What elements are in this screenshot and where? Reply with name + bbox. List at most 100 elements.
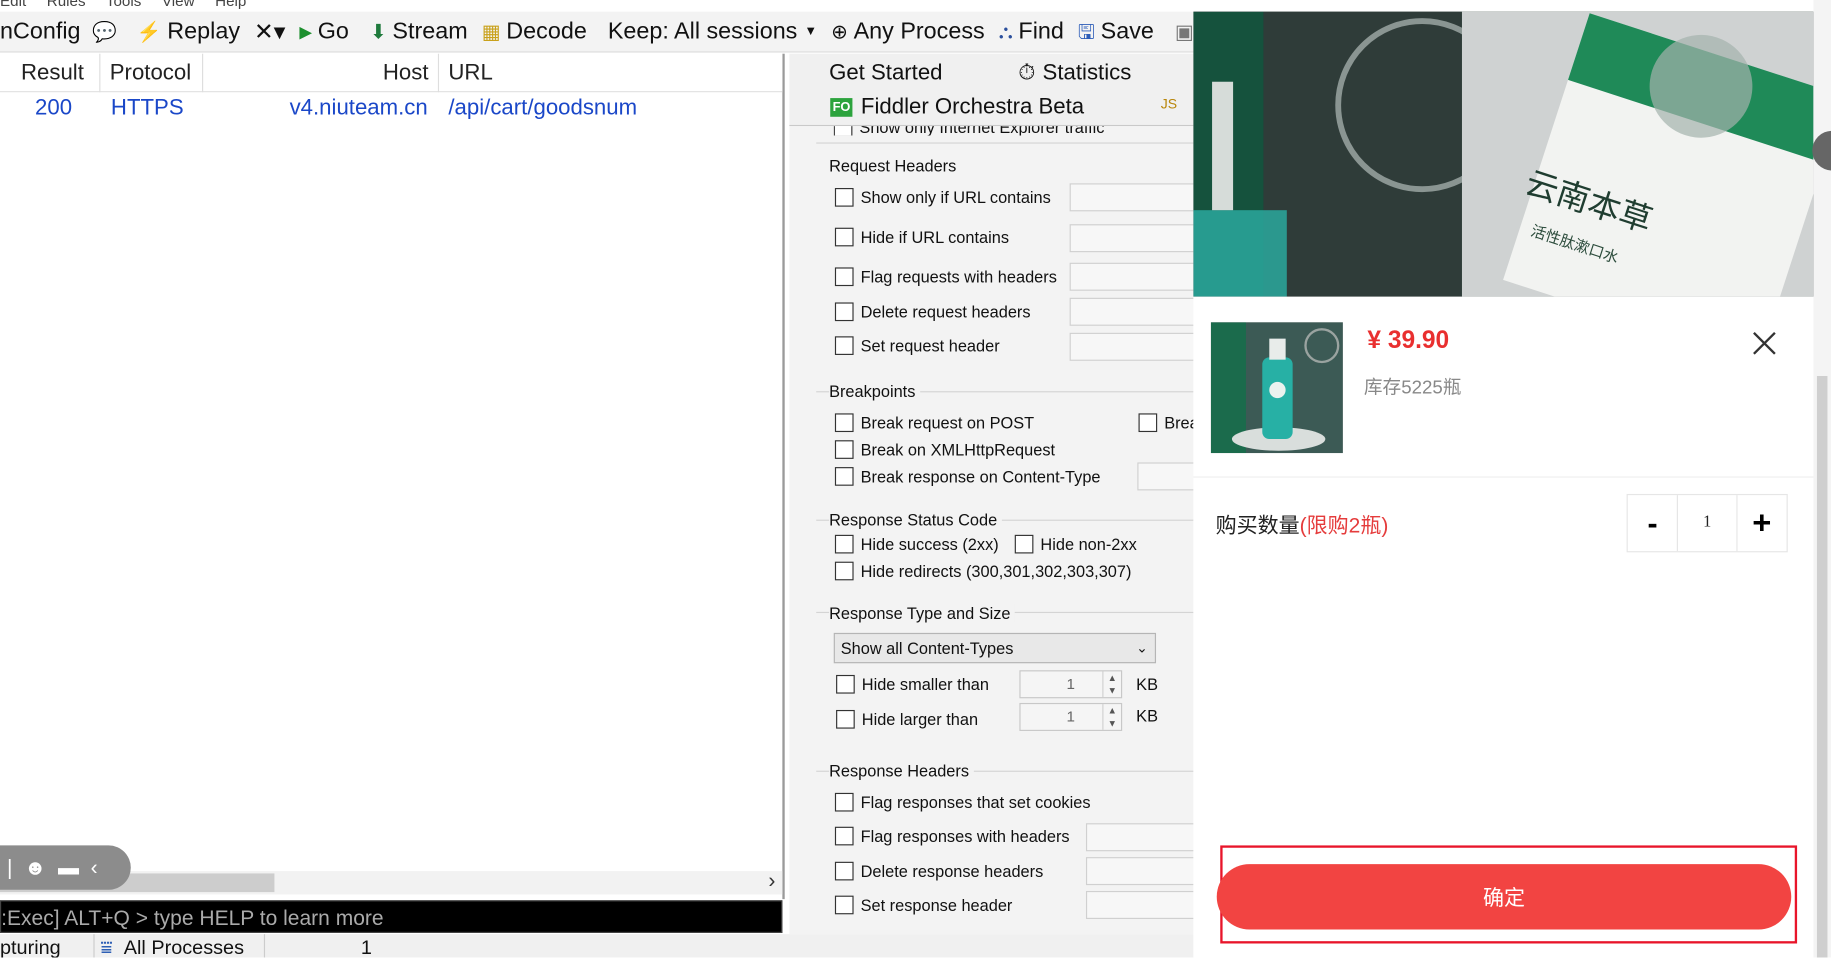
any-process-button[interactable]: ⊕ Any Process <box>824 14 992 49</box>
content-types-select[interactable]: Show all Content-Types ⌄ <box>833 632 1157 664</box>
set-request-header-checkbox[interactable]: Set request header <box>834 336 1000 355</box>
tab-get-started-label: Get Started <box>829 60 943 86</box>
binoculars-icon: ⛬ <box>998 20 1013 43</box>
menu-help[interactable]: Help <box>215 0 246 9</box>
filter-icon: ⩸ <box>100 936 113 958</box>
delete-request-headers-checkbox[interactable]: Delete request headers <box>834 302 1031 322</box>
larger-than-stepper[interactable]: 1 ▲ ▼ <box>1019 702 1123 731</box>
set-request-header-input[interactable] <box>1069 332 1194 361</box>
spin-arrows-icon[interactable]: ▲ ▼ <box>1102 704 1121 730</box>
hide-redirects-checkbox[interactable]: Hide redirects (300,301,302,303,307) <box>834 561 1131 581</box>
hide-url-checkbox[interactable]: Hide if URL contains <box>834 227 1009 247</box>
show-only-url-checkbox[interactable]: Show only if URL contains <box>834 187 1051 207</box>
column-result[interactable]: Result <box>0 53 101 93</box>
delete-response-headers-input[interactable] <box>1085 857 1194 886</box>
tab-get-started[interactable]: Get Started <box>829 61 942 87</box>
toolbar: nConfig 💬 ⚡ Replay ✕▾ ▶ Go ⬇ Stream ▦ Decode … <box>0 11 1194 53</box>
flag-requests-checkbox[interactable]: Flag requests with headers <box>834 267 1057 287</box>
crosshair-icon: ⊕ <box>831 20 848 43</box>
column-protocol[interactable]: Protocol <box>100 53 204 93</box>
scroll-right-icon[interactable]: › <box>768 869 775 894</box>
decrease-button[interactable]: - <box>1628 495 1679 552</box>
save-button[interactable]: 🖫 Save <box>1071 14 1161 49</box>
remove-label: ✕▾ <box>254 19 286 45</box>
break-content-type-input[interactable] <box>1137 462 1194 491</box>
flag-requests-label: Flag requests with headers <box>860 267 1057 287</box>
hide-url-input[interactable] <box>1069 224 1194 253</box>
tab-fiddler-orchestra[interactable]: FO Fiddler Orchestra Beta <box>830 95 1084 121</box>
fiddlerscript-icon[interactable]: JS <box>1161 96 1177 112</box>
delete-response-headers-checkbox[interactable]: Delete response headers <box>834 861 1043 881</box>
quantity-value[interactable]: 1 <box>1678 495 1736 551</box>
column-url[interactable]: URL <box>439 54 782 93</box>
clipped-label: Show only Internet Explorer traffic <box>859 126 1104 135</box>
clipped-checkbox[interactable]: Show only Internet Explorer traffic <box>833 126 1104 136</box>
find-label: Find <box>1018 18 1064 44</box>
comment-icon[interactable]: 💬 <box>92 22 117 42</box>
tab-orchestra-label: Fiddler Orchestra Beta <box>860 94 1085 120</box>
flag-requests-input[interactable] <box>1069 262 1194 291</box>
smaller-than-stepper[interactable]: 1 ▲ ▼ <box>1019 670 1123 699</box>
flag-responses-headers-checkbox[interactable]: Flag responses with headers <box>834 826 1070 846</box>
decode-icon: ▦ <box>481 20 501 43</box>
collapse-arrow-icon[interactable]: ‹ <box>91 855 98 880</box>
sessions-panel: Result Protocol Host URL 200 HTTPS v4.ni… <box>0 53 785 900</box>
smiley-icon[interactable]: ☻ <box>24 855 46 880</box>
quantity-label: 购买数量(限购2瓶) <box>1216 509 1389 539</box>
decode-button[interactable]: ▦ Decode <box>475 14 594 49</box>
decode-label: Decode <box>506 18 587 44</box>
replay-button[interactable]: ⚡ Replay <box>130 14 247 49</box>
smaller-value: 1 <box>1066 674 1075 693</box>
set-response-header-input[interactable] <box>1085 890 1194 919</box>
confirm-label: 确定 <box>1482 886 1526 910</box>
confirm-button[interactable]: 确定 <box>1216 864 1792 930</box>
menu-tools[interactable]: Tools <box>106 0 141 9</box>
process-filter[interactable]: All Processes <box>124 934 244 957</box>
column-host[interactable]: Host <box>203 53 440 93</box>
keyboard-icon[interactable]: ▬ <box>58 855 79 880</box>
capturing-status[interactable]: pturing <box>0 934 61 957</box>
quickexec-input[interactable]: :Exec] ALT+Q > type HELP to learn more <box>0 900 783 933</box>
break-xhr-checkbox[interactable]: Break on XMLHttpRequest <box>834 440 1055 459</box>
find-button[interactable]: ⛬ Find <box>992 14 1071 49</box>
delete-request-headers-label: Delete request headers <box>860 302 1031 322</box>
hide-success-checkbox[interactable]: Hide success (2xx) <box>834 534 999 554</box>
set-response-header-checkbox[interactable]: Set response header <box>834 895 1013 915</box>
spin-arrows-icon[interactable]: ▲ ▼ <box>1102 671 1121 698</box>
increase-button[interactable]: + <box>1735 495 1787 552</box>
break-post-checkbox[interactable]: Break request on POST <box>834 413 1034 433</box>
keep-sessions-dropdown[interactable]: Keep: All sessions ▼ <box>601 14 824 49</box>
hide-success-label: Hide success (2xx) <box>860 534 999 554</box>
break-extra-checkbox[interactable]: Brea <box>1138 413 1193 433</box>
flag-cookies-checkbox[interactable]: Flag responses that set cookies <box>834 792 1091 812</box>
set-response-header-label: Set response header <box>860 895 1013 915</box>
larger-unit: KB <box>1136 706 1158 726</box>
break-content-type-checkbox[interactable]: Break response on Content-Type <box>834 467 1101 486</box>
flag-cookies-label: Flag responses that set cookies <box>860 792 1091 812</box>
hide-non2xx-checkbox[interactable]: Hide non-2xx <box>1014 534 1137 554</box>
flag-responses-headers-label: Flag responses with headers <box>860 826 1070 846</box>
hide-smaller-checkbox[interactable]: Hide smaller than <box>836 674 989 694</box>
session-row[interactable]: 200 HTTPS v4.niuteam.cn /api/cart/goodsn… <box>0 92 782 125</box>
side-icon[interactable]: | <box>7 855 12 880</box>
menu-rules[interactable]: Rules <box>47 0 86 9</box>
quantity-text: 购买数量 <box>1215 513 1300 538</box>
flag-responses-input[interactable] <box>1085 823 1194 852</box>
close-icon[interactable] <box>1752 326 1778 359</box>
content-types-value: Show all Content-Types <box>840 638 1014 658</box>
menu-view[interactable]: View <box>162 0 195 9</box>
camera-icon: ▣ <box>1174 20 1194 43</box>
go-button[interactable]: ▶ Go <box>292 14 356 49</box>
hide-non2xx-label: Hide non-2xx <box>1040 534 1137 554</box>
winconfig-button[interactable]: nConfig 💬 <box>0 14 130 49</box>
remove-button[interactable]: ✕▾ <box>247 14 292 49</box>
hide-smaller-label: Hide smaller than <box>861 674 989 694</box>
hide-larger-checkbox[interactable]: Hide larger than <box>836 709 978 729</box>
stream-button[interactable]: ⬇ Stream <box>363 14 475 49</box>
orchestra-icon: FO <box>830 98 853 117</box>
scrollbar-thumb[interactable] <box>1816 375 1828 958</box>
menu-edit[interactable]: Edit <box>0 0 26 9</box>
url-contains-input[interactable] <box>1069 183 1194 212</box>
tab-statistics[interactable]: ⏱ Statistics <box>1018 61 1131 87</box>
delete-request-headers-input[interactable] <box>1069 297 1194 326</box>
